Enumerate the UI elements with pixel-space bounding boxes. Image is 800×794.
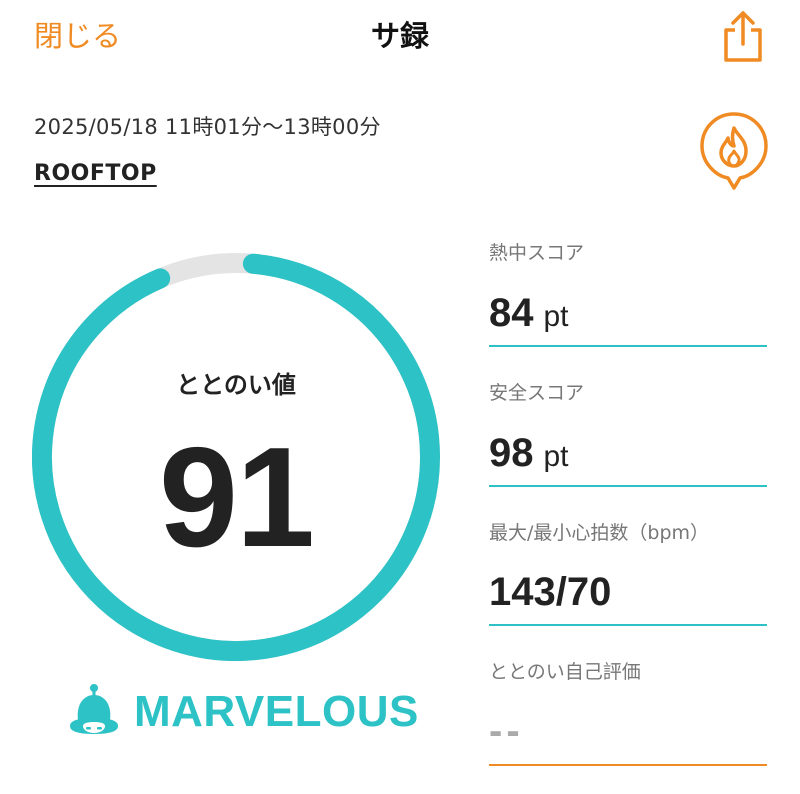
safety-score-value: 98 pt xyxy=(489,431,569,475)
fire-badge-button[interactable] xyxy=(694,108,774,194)
heat-score-value: 84 pt xyxy=(489,291,569,335)
share-icon xyxy=(724,11,762,62)
rank-label: MARVELOUS xyxy=(134,687,419,736)
totonoi-value: 91 xyxy=(159,418,315,577)
safety-score-divider xyxy=(489,485,767,487)
self-eval-divider xyxy=(489,764,767,766)
heat-score-divider xyxy=(489,345,767,347)
close-button[interactable]: 閉じる xyxy=(34,16,121,56)
heart-rate-value: 143/70 xyxy=(489,570,612,614)
self-eval-value[interactable]: -- xyxy=(489,705,524,757)
facility-link[interactable]: ROOFTOP xyxy=(34,158,157,190)
fire-pin-icon xyxy=(700,112,768,190)
heat-score-label: 熱中スコア xyxy=(489,242,585,264)
session-datetime: 2025/05/18 11時01分〜13時00分 xyxy=(34,115,381,139)
totonoi-label: ととのい値 xyxy=(176,371,296,399)
self-eval-label: ととのい自己評価 xyxy=(489,661,641,683)
heart-rate-label: 最大/最小心拍数（bpm） xyxy=(489,522,710,544)
safety-score-label: 安全スコア xyxy=(489,382,585,404)
share-button[interactable] xyxy=(718,8,768,64)
heart-rate-divider xyxy=(489,624,767,626)
sauna-hat-icon xyxy=(70,684,118,734)
